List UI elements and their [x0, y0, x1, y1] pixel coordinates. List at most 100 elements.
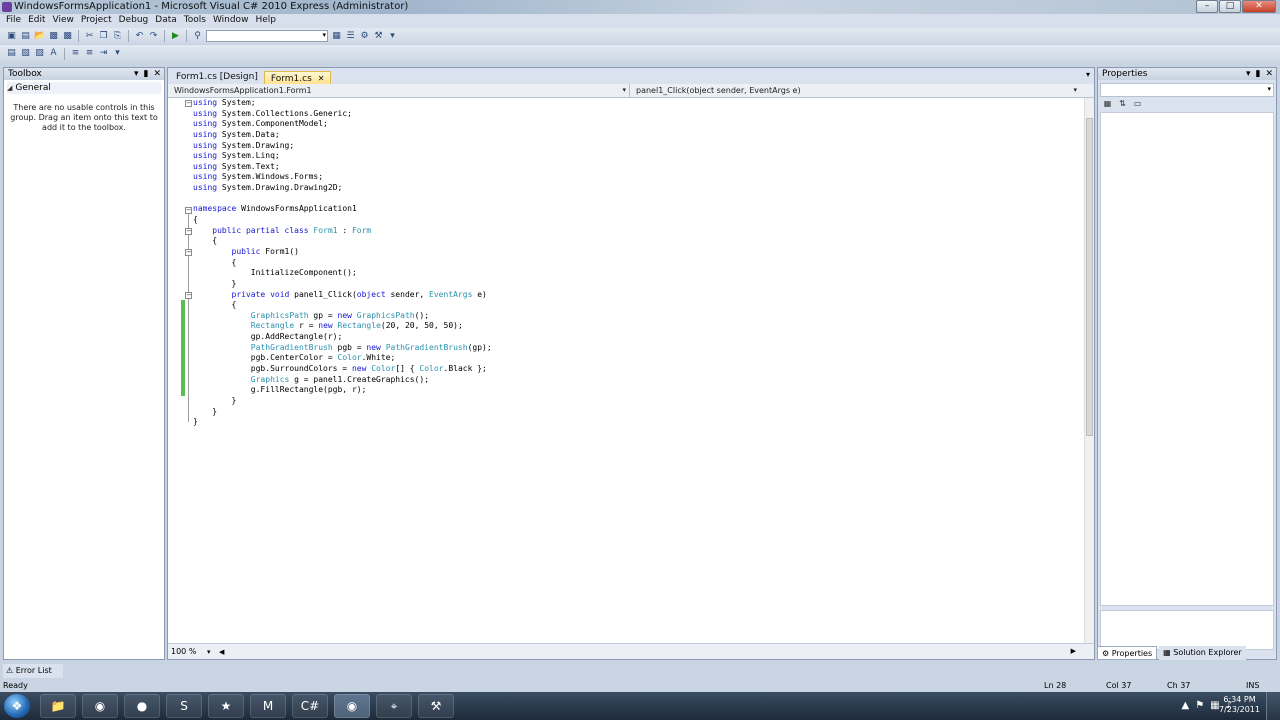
collapse-region-icon[interactable]: − [185, 228, 192, 235]
indent-icon[interactable]: ⇥ [98, 48, 109, 59]
taskbar-csharp[interactable]: C# [292, 694, 328, 718]
code-line[interactable]: g.FillRectangle(pgb, r); [193, 385, 492, 396]
word-completion-icon[interactable]: A [48, 48, 59, 59]
add-item-icon[interactable]: ▤ [20, 31, 31, 42]
code-line[interactable]: } [193, 407, 492, 418]
paste-icon[interactable]: ⎘ [112, 31, 123, 42]
error-list-tab[interactable]: ⚠ Error List [3, 664, 63, 678]
alphabetical-icon[interactable]: ⇅ [1117, 99, 1128, 109]
show-hidden-icons-icon[interactable]: ▲ [1181, 700, 1189, 711]
code-line[interactable]: using System.ComponentModel; [193, 119, 492, 130]
code-line[interactable]: using System.Text; [193, 162, 492, 173]
object-selector[interactable]: ▾ [1100, 83, 1274, 97]
toolbox-icon[interactable]: ⚒ [373, 31, 384, 42]
vertical-scrollbar[interactable] [1084, 98, 1094, 643]
code-lines[interactable]: using System; using System.Collections.Ge… [193, 98, 492, 428]
minimize-button[interactable]: – [1196, 0, 1218, 13]
close-tab-icon[interactable]: ✕ [318, 74, 325, 83]
types-dropdown[interactable]: WindowsFormsApplication1.Form1 ▾ [168, 84, 630, 97]
code-line[interactable]: using System.Drawing.Drawing2D; [193, 183, 492, 194]
uncomment-lines-icon[interactable]: ≡ [84, 48, 95, 59]
menu-tools[interactable]: Tools [182, 14, 211, 28]
code-line[interactable]: namespace WindowsFormsApplication1 [193, 204, 492, 215]
flag-icon[interactable]: ⚑ [1195, 700, 1204, 711]
menu-view[interactable]: View [51, 14, 79, 28]
toolbox-group-general[interactable]: ◢ General [7, 82, 161, 94]
code-line[interactable]: } [193, 417, 492, 428]
property-grid[interactable] [1100, 112, 1274, 606]
taskbar-app[interactable]: ★ [208, 694, 244, 718]
show-desktop-button[interactable] [1266, 692, 1280, 720]
code-line[interactable]: private void panel1_Click(object sender,… [193, 290, 492, 301]
chevron-down-icon[interactable]: ▾ [207, 648, 211, 656]
code-line[interactable]: using System; [193, 98, 492, 109]
code-line[interactable]: using System.Data; [193, 130, 492, 141]
code-line[interactable]: { [193, 300, 492, 311]
collapse-region-icon[interactable]: − [185, 292, 192, 299]
tab-form1-design[interactable]: Form1.cs [Design] [170, 71, 264, 84]
code-line[interactable]: using System.Drawing; [193, 141, 492, 152]
code-line[interactable]: { [193, 236, 492, 247]
menu-file[interactable]: File [4, 14, 26, 28]
code-line[interactable]: Rectangle r = new Rectangle(20, 20, 50, … [193, 321, 492, 332]
code-line[interactable]: using System.Linq; [193, 151, 492, 162]
menu-window[interactable]: Window [211, 14, 254, 28]
open-file-icon[interactable]: 📂 [34, 31, 45, 42]
code-line[interactable]: { [193, 258, 492, 269]
find-in-files-icon[interactable]: ⚲ [192, 31, 203, 42]
redo-icon[interactable]: ↷ [148, 31, 159, 42]
taskbar-chrome[interactable]: ◉ [82, 694, 118, 718]
close-button[interactable]: ✕ [1242, 0, 1276, 13]
comment-lines-icon[interactable]: ≡ [70, 48, 81, 59]
members-dropdown[interactable]: panel1_Click(object sender, EventArgs e)… [630, 84, 1080, 97]
pin-icon[interactable]: ▮ [144, 68, 149, 80]
more-tools-icon[interactable]: ▾ [387, 31, 398, 42]
menu-edit[interactable]: Edit [26, 14, 50, 28]
code-area[interactable]: − − − − − using System; using System.Coll… [168, 98, 1084, 643]
taskbar-gmail[interactable]: M [250, 694, 286, 718]
pin-icon[interactable]: ▮ [1256, 68, 1261, 80]
window-position-icon[interactable]: ▾ [134, 68, 139, 80]
new-project-icon[interactable]: ▣ [6, 31, 17, 42]
code-line[interactable]: public Form1() [193, 247, 492, 258]
taskbar-tool[interactable]: ⚒ [418, 694, 454, 718]
code-line[interactable]: using System.Collections.Generic; [193, 109, 492, 120]
window-position-icon[interactable]: ▾ [1246, 68, 1251, 80]
code-line[interactable]: Graphics g = panel1.CreateGraphics(); [193, 375, 492, 386]
taskbar-skype[interactable]: S [166, 694, 202, 718]
undo-icon[interactable]: ↶ [134, 31, 145, 42]
code-line[interactable]: using System.Windows.Forms; [193, 172, 492, 183]
system-clock[interactable]: 6:34 PM 7/23/2011 [1219, 695, 1260, 715]
menu-data[interactable]: Data [153, 14, 182, 28]
taskbar-capture[interactable]: ⌖ [376, 694, 412, 718]
code-line[interactable]: pgb.SurroundColors = new Color[] { Color… [193, 364, 492, 375]
menu-project[interactable]: Project [79, 14, 117, 28]
categorized-icon[interactable]: ▦ [1102, 99, 1113, 109]
collapse-region-icon[interactable]: − [185, 100, 192, 107]
find-combo[interactable]: ▾ [206, 30, 328, 42]
scrollbar-thumb[interactable] [1086, 118, 1093, 436]
close-icon[interactable]: ✕ [153, 68, 161, 80]
tab-form1-cs[interactable]: Form1.cs ✕ [263, 71, 332, 84]
property-pages-icon[interactable]: ▭ [1132, 99, 1143, 109]
collapse-region-icon[interactable]: − [185, 249, 192, 256]
zoom-level[interactable]: 100 % [171, 647, 196, 656]
copy-icon[interactable]: ❐ [98, 31, 109, 42]
tab-properties[interactable]: ⚙ Properties [1097, 646, 1158, 660]
save-icon[interactable]: ▩ [48, 31, 59, 42]
start-debugging-icon[interactable]: ▶ [170, 31, 181, 42]
code-line[interactable]: pgb.CenterColor = Color.White; [193, 353, 492, 364]
object-browser-icon[interactable]: ⚙ [359, 31, 370, 42]
taskbar-visual-studio[interactable]: ◉ [334, 694, 370, 718]
code-line[interactable]: PathGradientBrush pgb = new PathGradient… [193, 343, 492, 354]
properties-window-icon[interactable]: ☰ [345, 31, 356, 42]
start-button[interactable]: ❖ [4, 694, 30, 718]
close-icon[interactable]: ✕ [1265, 68, 1273, 80]
scroll-right-icon[interactable]: ▶ [1071, 644, 1076, 659]
code-line[interactable] [193, 194, 492, 205]
menu-debug[interactable]: Debug [117, 14, 154, 28]
code-line[interactable]: GraphicsPath gp = new GraphicsPath(); [193, 311, 492, 322]
code-line[interactable]: } [193, 279, 492, 290]
scroll-left-icon[interactable]: ◀ [219, 648, 224, 656]
save-all-icon[interactable]: ▩ [62, 31, 73, 42]
